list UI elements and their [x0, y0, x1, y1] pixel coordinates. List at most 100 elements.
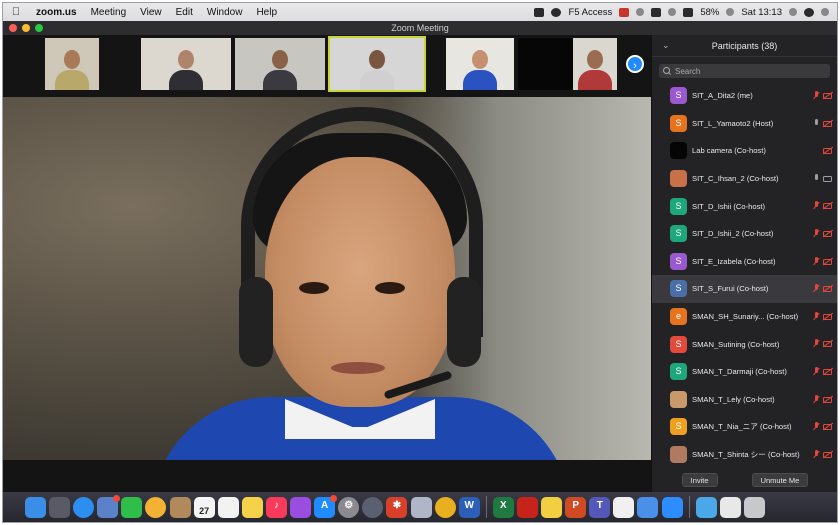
time-machine-icon[interactable] — [362, 496, 384, 518]
menu-edit[interactable]: Edit — [169, 7, 200, 18]
mic-muted-icon — [813, 228, 819, 239]
settings-gear-icon[interactable]: ✱ — [386, 496, 408, 518]
dock-glyph: ♪ — [273, 499, 279, 511]
bluetooth-icon[interactable] — [651, 7, 662, 17]
participant-thumb-2[interactable] — [141, 38, 231, 90]
photos-icon[interactable] — [145, 496, 167, 518]
zoom-icon[interactable] — [661, 496, 683, 518]
chrome-icon[interactable] — [434, 496, 456, 518]
notes-icon[interactable] — [241, 496, 263, 518]
participant-figure — [261, 44, 299, 90]
calendar-icon[interactable]: 27 — [193, 496, 215, 518]
screen-record-icon[interactable] — [551, 7, 562, 17]
window-controls — [3, 24, 43, 32]
siri-icon[interactable] — [804, 7, 814, 17]
contacts-icon[interactable] — [169, 496, 191, 518]
participant-row[interactable]: S SIT_E_Izabela (Co-host) — [652, 248, 837, 276]
reminders-icon[interactable] — [217, 496, 239, 518]
video-off-icon — [823, 396, 832, 403]
status-app-icon[interactable] — [534, 7, 545, 17]
minimize-window-button[interactable] — [22, 24, 30, 32]
participant-row[interactable]: S SIT_D_Ishii_2 (Co-host) — [652, 220, 837, 248]
safari-icon[interactable] — [73, 496, 95, 518]
search-input[interactable] — [672, 66, 822, 76]
vpn-icon[interactable] — [619, 7, 630, 17]
participant-name: SMAN_T_Lely (Co-host) — [692, 394, 775, 404]
participant-thumb-4[interactable] — [328, 36, 426, 92]
next-page-button[interactable]: › — [626, 55, 644, 73]
downloads-icon[interactable] — [719, 496, 741, 518]
battery-label[interactable]: 58% — [700, 7, 719, 18]
word-icon[interactable]: W — [458, 496, 480, 518]
menu-window[interactable]: Window — [200, 7, 250, 18]
participant-search[interactable] — [659, 64, 830, 78]
participant-row[interactable]: S SMAN_T_Nia_ニア (Co-host) — [652, 413, 837, 441]
participant-row[interactable]: S SMAN_Sutining (Co-host) — [652, 330, 837, 358]
participant-row[interactable]: e SMAN_SH_Sunariy... (Co-host) — [652, 303, 837, 331]
dock-glyph: P — [572, 499, 579, 511]
folder-icon[interactable] — [695, 496, 717, 518]
video-icon — [823, 175, 832, 182]
wifi-icon[interactable] — [683, 7, 694, 17]
finder-icon[interactable] — [25, 496, 46, 518]
participant-row[interactable]: S SIT_D_Ishii (Co-host) — [652, 192, 837, 220]
video-off-icon — [823, 203, 832, 210]
participant-row[interactable]: SMAN_T_Shinta シー (Co-host) — [652, 441, 837, 469]
app-store-icon[interactable]: A — [314, 494, 338, 518]
acrobat-icon[interactable] — [516, 496, 538, 518]
participant-row[interactable]: SIT_C_Ihsan_2 (Co-host) — [652, 165, 837, 193]
spotlight-icon[interactable] — [789, 8, 797, 16]
facetime-icon[interactable] — [121, 496, 143, 518]
control-center-icon[interactable] — [821, 8, 829, 16]
participant-name: SIT_D_Ishii (Co-host) — [692, 201, 766, 211]
participant-row[interactable]: S SIT_A_Dita2 (me) — [652, 82, 837, 110]
podcasts-icon[interactable] — [290, 496, 312, 518]
trash-icon[interactable] — [743, 496, 765, 518]
cloud-icon[interactable] — [636, 8, 645, 16]
system-preferences-icon[interactable]: ⚙ — [338, 496, 360, 518]
participant-figure — [461, 44, 499, 90]
participant-thumb-1[interactable] — [45, 38, 99, 90]
collapse-panel-icon[interactable]: ⌄ — [662, 40, 670, 51]
participant-row[interactable]: Lab camera (Co-host) — [652, 137, 837, 165]
participant-row[interactable]: S SIT_S_Furui (Co-host) — [652, 275, 837, 303]
f5-access-label[interactable]: F5 Access — [568, 7, 612, 18]
utility-icon[interactable] — [410, 496, 432, 518]
battery-icon[interactable] — [726, 8, 735, 16]
participant-row[interactable]: S SMAN_T_Darmaji (Co-host) — [652, 358, 837, 386]
excel-icon[interactable]: X — [492, 496, 514, 518]
apple-menu-icon[interactable]:  — [3, 6, 29, 18]
participant-thumb-5[interactable] — [446, 38, 514, 90]
mail-icon[interactable] — [637, 496, 659, 518]
participant-row[interactable]: SMAN_T_Lely (Co-host) — [652, 386, 837, 414]
menu-clock[interactable]: Sat 13:13 — [741, 7, 782, 18]
participant-row[interactable]: S SIT_L_Yamaoto2 (Host) — [652, 110, 837, 138]
menu-help[interactable]: Help — [249, 7, 284, 18]
invite-button[interactable]: Invite — [681, 473, 718, 487]
chevron-right-icon: › — [633, 60, 637, 72]
close-window-button[interactable] — [9, 24, 17, 32]
menu-meeting[interactable]: Meeting — [84, 7, 134, 18]
teams-icon[interactable]: T — [589, 496, 611, 518]
participant-name: SMAN_T_Nia_ニア (Co-host) — [692, 422, 792, 432]
textedit-icon[interactable] — [613, 496, 635, 518]
input-source-icon[interactable] — [668, 8, 677, 16]
app-menu[interactable]: zoom.us — [29, 7, 84, 18]
screen:  zoom.us Meeting View Edit Window Help … — [2, 2, 838, 523]
launchpad-icon[interactable] — [49, 496, 71, 518]
participants-title: Participants (38) — [711, 40, 778, 51]
preview-icon[interactable] — [97, 494, 121, 518]
zoom-window-button[interactable] — [35, 24, 43, 32]
unmute-me-button[interactable]: Unmute Me — [751, 473, 809, 487]
music-icon[interactable]: ♪ — [265, 496, 287, 518]
stickies-icon[interactable] — [541, 496, 563, 518]
participant-figure — [167, 44, 205, 90]
notification-badge — [113, 494, 121, 502]
participant-torso — [360, 70, 394, 90]
mic-muted-icon — [813, 256, 819, 267]
mic-capsule — [814, 284, 818, 291]
menu-view[interactable]: View — [133, 7, 169, 18]
participant-thumb-3[interactable] — [235, 38, 325, 90]
participant-thumb-7[interactable] — [573, 38, 617, 90]
powerpoint-icon[interactable]: P — [565, 496, 587, 518]
